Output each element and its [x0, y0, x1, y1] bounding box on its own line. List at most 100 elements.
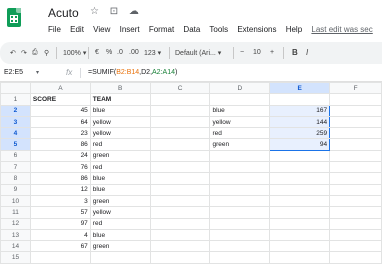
cell-a[interactable]: 64	[29, 115, 91, 129]
cell-e[interactable]: 167	[269, 104, 331, 117]
cell-e[interactable]	[269, 206, 331, 219]
cell-c[interactable]	[149, 172, 211, 185]
cell-a[interactable]: 67	[29, 240, 91, 253]
cell-f[interactable]	[329, 115, 382, 129]
select-all-corner[interactable]	[0, 81, 31, 95]
cell-a[interactable]: 4	[29, 228, 91, 242]
row-header[interactable]: 10	[0, 194, 31, 208]
menu-extensions[interactable]: Extensions	[237, 25, 276, 34]
cell-a[interactable]: 97	[29, 217, 91, 230]
cell-e[interactable]	[269, 172, 331, 185]
cell-b[interactable]: yellow	[89, 206, 151, 219]
cell-b[interactable]: green	[89, 149, 151, 163]
cell-d[interactable]	[209, 206, 271, 219]
cell-c[interactable]	[149, 161, 211, 174]
cell-a[interactable]: 24	[29, 149, 91, 163]
row-header[interactable]: 8	[0, 172, 31, 185]
cell-d[interactable]: blue	[209, 104, 271, 117]
menu-file[interactable]: File	[48, 25, 61, 34]
bold-button[interactable]: B	[292, 48, 298, 57]
cell-d[interactable]: red	[209, 127, 271, 140]
cell-c[interactable]	[149, 115, 211, 129]
cell-c[interactable]	[149, 149, 211, 163]
increase-decimal-button[interactable]: .00	[129, 49, 139, 56]
cell-d[interactable]	[209, 161, 271, 174]
cell-b[interactable]: blue	[89, 172, 151, 185]
row-header[interactable]: 11	[0, 206, 31, 219]
row-header[interactable]: 1	[0, 93, 31, 106]
cell-c[interactable]	[149, 206, 211, 219]
cell-b[interactable]: blue	[89, 228, 151, 242]
cell-b[interactable]: blue	[89, 104, 151, 117]
cell-e[interactable]	[269, 240, 331, 253]
cell-e[interactable]	[269, 194, 331, 208]
font-size-input[interactable]: 10	[253, 49, 261, 56]
row-header[interactable]: 9	[0, 183, 31, 196]
menu-insert[interactable]: Insert	[120, 25, 140, 34]
decrease-font-size-button[interactable]: −	[240, 49, 244, 56]
cell-d[interactable]	[209, 217, 271, 230]
cell-b[interactable]: blue	[89, 183, 151, 196]
cell-d[interactable]	[209, 149, 271, 163]
menu-format[interactable]: Format	[149, 25, 174, 34]
cell-c[interactable]	[149, 240, 211, 253]
cell-a[interactable]: SCORE	[29, 93, 91, 106]
cell-d[interactable]	[209, 194, 271, 208]
cell-f[interactable]	[329, 206, 382, 219]
cell-e[interactable]	[269, 217, 331, 230]
redo-icon[interactable]: ↷	[21, 49, 27, 57]
cell-c[interactable]	[149, 217, 211, 230]
cell-b[interactable]: yellow	[89, 115, 151, 129]
last-edit-link[interactable]: Last edit was sec	[311, 25, 372, 34]
cell-c[interactable]	[149, 138, 211, 151]
cell-b[interactable]: red	[89, 161, 151, 174]
sheets-logo-icon[interactable]	[7, 8, 21, 27]
menu-view[interactable]: View	[93, 25, 110, 34]
cell-d[interactable]	[209, 251, 271, 264]
name-box[interactable]: E2:E5	[4, 69, 23, 76]
cell-c[interactable]	[149, 251, 211, 264]
cell-c[interactable]	[149, 104, 211, 117]
font-family-select[interactable]: Default (Ari... ▾	[175, 49, 221, 57]
cell-e[interactable]: 94	[269, 138, 331, 151]
cell-d[interactable]	[209, 240, 271, 253]
row-header[interactable]: 12	[0, 217, 31, 230]
row-header[interactable]: 2	[0, 104, 31, 117]
undo-icon[interactable]: ↶	[10, 49, 16, 57]
cell-a[interactable]: 45	[29, 104, 91, 117]
cell-f[interactable]	[329, 251, 382, 264]
row-header[interactable]: 7	[0, 161, 31, 174]
cell-f[interactable]	[329, 217, 382, 230]
column-header-c[interactable]: C	[149, 81, 211, 95]
cell-f[interactable]	[329, 149, 382, 163]
menu-edit[interactable]: Edit	[70, 25, 84, 34]
cell-b[interactable]: green	[89, 240, 151, 253]
cell-b[interactable]	[89, 251, 151, 264]
cell-d[interactable]	[209, 93, 271, 106]
cell-a[interactable]: 76	[29, 161, 91, 174]
cell-b[interactable]: red	[89, 138, 151, 151]
row-header[interactable]: 6	[0, 149, 31, 163]
cell-b[interactable]: TEAM	[89, 93, 151, 106]
cell-f[interactable]	[329, 228, 382, 242]
column-header-b[interactable]: B	[89, 81, 151, 95]
cell-f[interactable]	[329, 127, 382, 140]
cell-a[interactable]: 12	[29, 183, 91, 196]
cell-d[interactable]	[209, 172, 271, 185]
cell-c[interactable]	[149, 93, 211, 106]
cell-f[interactable]	[329, 93, 382, 106]
cell-c[interactable]	[149, 194, 211, 208]
cell-f[interactable]	[329, 240, 382, 253]
cell-b[interactable]: yellow	[89, 127, 151, 140]
cell-d[interactable]	[209, 183, 271, 196]
zoom-select[interactable]: 100% ▾	[63, 49, 86, 57]
menu-tools[interactable]: Tools	[209, 25, 228, 34]
cell-a[interactable]	[29, 251, 91, 264]
cell-e[interactable]	[269, 161, 331, 174]
cell-e[interactable]: 144	[269, 115, 331, 129]
increase-font-size-button[interactable]: +	[270, 49, 274, 56]
title-actions-icons[interactable]: ☆ ⊡ ☁	[90, 6, 143, 17]
cell-d[interactable]	[209, 228, 271, 242]
cell-f[interactable]	[329, 104, 382, 117]
decrease-decimal-button[interactable]: .0	[117, 49, 123, 56]
